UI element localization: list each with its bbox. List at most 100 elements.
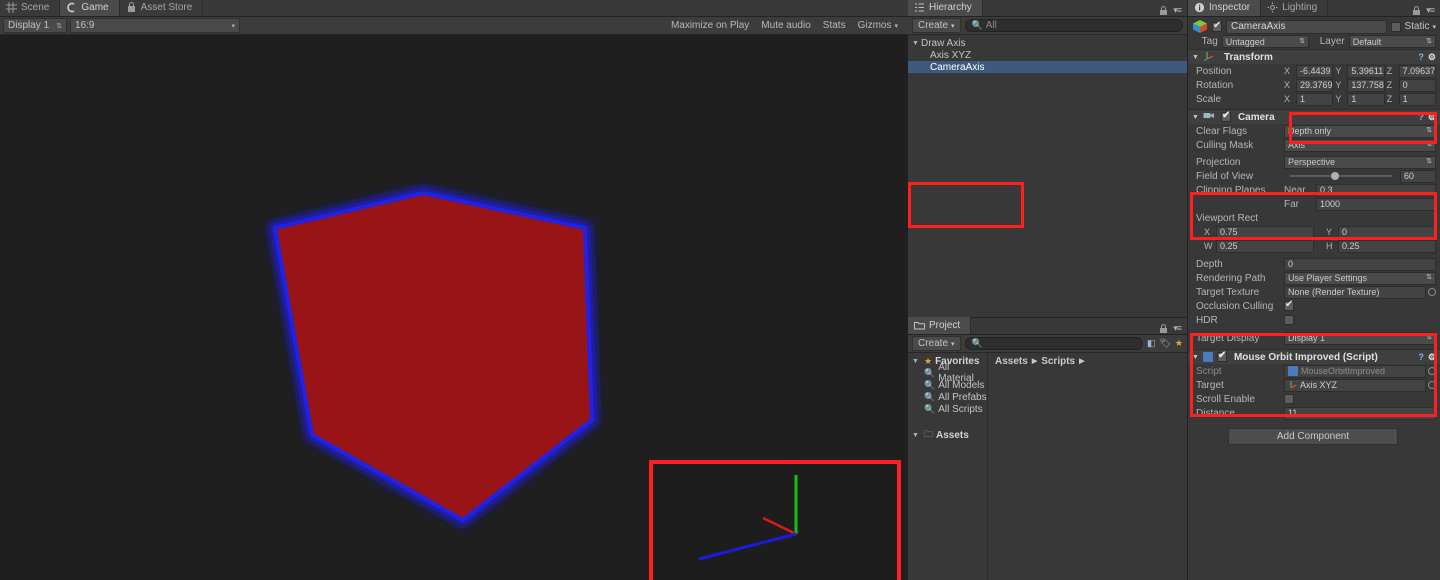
far-input[interactable]: 1000 [1316, 197, 1436, 211]
rotation-x-input[interactable]: 29.3769 [1296, 78, 1334, 92]
panel-menu-icon[interactable]: ▾≡ [1173, 323, 1182, 334]
panel-menu-icon[interactable]: ▾≡ [1426, 5, 1435, 16]
hierarchy-search-input[interactable]: 🔍 All [964, 19, 1183, 32]
tab-project[interactable]: Project [908, 317, 972, 334]
help-icon[interactable]: ? [1418, 352, 1424, 362]
mute-audio-button[interactable]: Mute audio [755, 18, 816, 34]
position-x-input[interactable]: -6.4439 [1296, 64, 1334, 78]
filter-by-type-icon[interactable]: ◧ [1147, 338, 1156, 349]
project-favorite-all-prefabs[interactable]: 🔍 All Prefabs [908, 391, 987, 403]
target-display-dropdown[interactable]: Display 1 ⇅ [1284, 331, 1436, 345]
project-create-button[interactable]: Create ▾ [912, 336, 961, 351]
panel-menu-icon[interactable]: ▾≡ [1173, 5, 1182, 16]
script-reference-value: MouseOrbitImproved [1301, 366, 1386, 376]
breadcrumb-scripts[interactable]: Scripts [1041, 356, 1075, 367]
near-input[interactable]: 0.3 [1316, 183, 1436, 197]
target-field[interactable]: Axis XYZ [1284, 378, 1426, 392]
tab-lighting[interactable]: Lighting [1261, 0, 1329, 16]
gear-icon[interactable]: ⚙ [1428, 52, 1436, 63]
lock-icon[interactable] [1159, 323, 1168, 334]
viewport-h-input[interactable]: 0.25 [1338, 239, 1436, 253]
field-of-view-slider[interactable] [1290, 172, 1392, 180]
project-tree-column[interactable]: ▼ ★ Favorites 🔍 All Material 🔍 All Model… [908, 353, 988, 580]
hierarchy-tree[interactable]: ▼ Draw Axis Axis XYZ CameraAxis [908, 35, 1187, 317]
project-favorite-all-scripts[interactable]: 🔍 All Scripts [908, 403, 987, 415]
filter-by-label-icon[interactable]: 🏷 [1159, 338, 1170, 349]
object-picker-icon[interactable] [1428, 288, 1436, 296]
hierarchy-item-draw-axis[interactable]: ▼ Draw Axis [908, 37, 1187, 49]
static-toggle-group[interactable]: Static ▾ [1391, 21, 1436, 32]
chevron-down-icon[interactable]: ▼ [1192, 54, 1199, 61]
add-component-button[interactable]: Add Component [1228, 428, 1398, 445]
project-content-column[interactable]: Assets ▶ Scripts ▶ [989, 353, 1187, 580]
distance-input[interactable]: 11 [1284, 406, 1436, 420]
static-checkbox[interactable] [1391, 21, 1402, 32]
chevron-down-icon[interactable]: ▼ [912, 358, 921, 365]
culling-mask-dropdown[interactable]: Axis ⇅ [1284, 138, 1436, 152]
gameobject-name-input[interactable]: CameraAxis [1226, 19, 1388, 34]
object-picker-icon[interactable] [1428, 381, 1436, 389]
hierarchy-item-cameraaxis[interactable]: CameraAxis [908, 61, 1187, 73]
gear-icon[interactable]: ⚙ [1428, 352, 1436, 363]
viewport-y-input[interactable]: 0 [1338, 225, 1436, 239]
tag-value: Untagged [1225, 36, 1265, 47]
viewport-x-input[interactable]: 0.75 [1216, 225, 1314, 239]
project-assets-row[interactable]: ▼ 🗀 Assets [908, 429, 987, 441]
rotation-y-input[interactable]: 137.758 [1347, 78, 1385, 92]
tab-asset-store[interactable]: Asset Store [119, 0, 204, 16]
depth-input[interactable]: 0 [1284, 257, 1436, 271]
scroll-enable-checkbox[interactable] [1284, 394, 1294, 404]
position-y-input[interactable]: 5.39611 [1347, 64, 1385, 78]
tab-scene[interactable]: Scene [0, 0, 61, 16]
layer-dropdown[interactable]: Default ⇅ [1348, 35, 1436, 48]
chevron-down-icon[interactable]: ▼ [1192, 114, 1199, 121]
chevron-down-icon[interactable]: ▼ [1192, 354, 1199, 361]
gizmos-button[interactable]: Gizmos ▾ [852, 18, 904, 34]
viewport-w-input[interactable]: 0.25 [1216, 239, 1314, 253]
project-search-input[interactable]: 🔍 [964, 337, 1143, 350]
lock-icon[interactable] [1159, 5, 1168, 16]
slider-handle[interactable] [1330, 172, 1339, 180]
tab-game[interactable]: Game [60, 0, 120, 16]
hierarchy-create-button[interactable]: Create ▾ [912, 18, 961, 33]
help-icon[interactable]: ? [1418, 52, 1424, 62]
projection-dropdown[interactable]: Perspective ⇅ [1284, 155, 1436, 169]
target-texture-field[interactable]: None (Render Texture) [1284, 285, 1426, 299]
camera-enabled-checkbox[interactable] [1220, 110, 1231, 122]
rendering-path-dropdown[interactable]: Use Player Settings ⇅ [1284, 271, 1436, 285]
lock-icon[interactable] [1412, 5, 1421, 16]
hierarchy-item-axis-xyz[interactable]: Axis XYZ [908, 49, 1187, 61]
gameobject-enabled-checkbox[interactable] [1212, 20, 1222, 32]
tab-inspector[interactable]: Inspector [1188, 0, 1262, 16]
stats-button[interactable]: Stats [817, 18, 852, 34]
script-component-header[interactable]: ▼ Mouse Orbit Improved (Script) ? ⚙ [1188, 349, 1440, 364]
scale-z-input[interactable]: 1 [1398, 92, 1436, 106]
rotation-z-input[interactable]: 0 [1398, 78, 1436, 92]
help-icon[interactable]: ? [1418, 112, 1424, 122]
chevron-down-icon[interactable]: ▾ [1432, 23, 1436, 31]
chevron-down-icon[interactable]: ▼ [912, 40, 921, 47]
transform-component-header[interactable]: ▼ Transform ? ⚙ [1188, 49, 1440, 64]
camera-component-header[interactable]: ▼ Camera ? ⚙ [1188, 109, 1440, 124]
occlusion-culling-checkbox[interactable] [1284, 299, 1294, 311]
display-selector[interactable]: Display 1 ⇅ [3, 18, 67, 33]
aspect-selector[interactable]: 16:9 ▾ [70, 18, 240, 33]
tag-dropdown[interactable]: Untagged ⇅ [1221, 35, 1310, 48]
chevron-down-icon[interactable]: ▼ [912, 432, 921, 439]
scale-y-input[interactable]: 1 [1347, 92, 1385, 106]
clear-flags-dropdown[interactable]: Depth only ⇅ [1284, 124, 1436, 138]
favorite-star-icon[interactable]: ★ [1175, 338, 1183, 349]
tab-hierarchy[interactable]: Hierarchy [908, 0, 983, 16]
position-z-input[interactable]: 7.09637 [1398, 64, 1436, 78]
script-enabled-checkbox[interactable] [1216, 350, 1227, 362]
object-picker-icon[interactable] [1428, 367, 1436, 375]
hdr-checkbox[interactable] [1284, 315, 1294, 325]
field-of-view-input[interactable]: 60 [1400, 169, 1436, 183]
game-render-canvas[interactable] [0, 35, 908, 580]
scale-x-input[interactable]: 1 [1296, 92, 1334, 106]
project-favorite-all-models[interactable]: 🔍 All Models [908, 379, 987, 391]
breadcrumb-assets[interactable]: Assets [995, 356, 1028, 367]
project-favorite-all-material[interactable]: 🔍 All Material [908, 362, 987, 384]
gear-icon[interactable]: ⚙ [1428, 112, 1436, 123]
maximize-on-play-button[interactable]: Maximize on Play [665, 18, 755, 34]
